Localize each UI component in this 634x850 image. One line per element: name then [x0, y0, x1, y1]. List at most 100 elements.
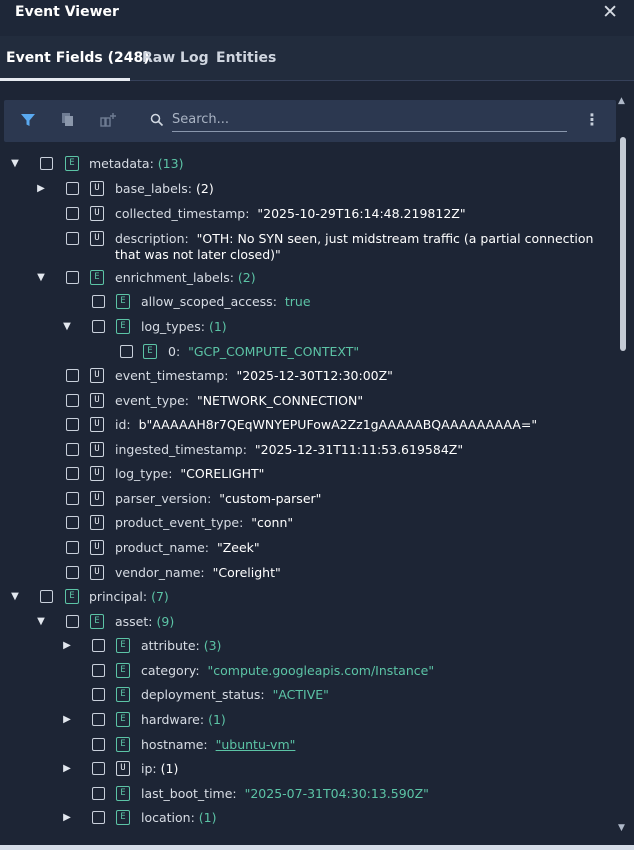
tree-row-id[interactable]: U id: b"AAAAAH8r7QEqWNYEPUFowA2Zz1gAAAAA… [0, 414, 616, 438]
row-checkbox[interactable] [40, 157, 53, 170]
field-value: "custom-parser" [219, 491, 322, 506]
tree-row-event-timestamp[interactable]: U event_timestamp: "2025-12-30T12:30:00Z… [0, 365, 616, 389]
caret-expanded-icon[interactable]: ▼ [35, 616, 47, 628]
scroll-up-arrow[interactable]: ▲ [618, 96, 625, 106]
caret-expanded-icon[interactable]: ▼ [9, 591, 21, 603]
field-key: enrichment_labels: [115, 270, 234, 285]
tree-row-last-boot-time[interactable]: E last_boot_time: "2025-07-31T04:30:13.5… [0, 783, 616, 807]
tree-row-hardware[interactable]: ▶ E hardware: (1) [0, 709, 616, 733]
tree-row-description[interactable]: U description: "OTH: No SYN seen, just m… [0, 228, 616, 268]
tree-row-log-types-0[interactable]: E 0: "GCP_COMPUTE_CONTEXT" [0, 341, 616, 365]
tree-row-parser-version[interactable]: U parser_version: "custom-parser" [0, 488, 616, 512]
tree-row-product-name[interactable]: U product_name: "Zeek" [0, 537, 616, 561]
unknown-type-tag: U [90, 393, 104, 408]
row-checkbox[interactable] [66, 369, 79, 382]
row-checkbox[interactable] [92, 811, 105, 824]
hostname-link[interactable]: "ubuntu-vm" [216, 737, 296, 752]
row-checkbox[interactable] [92, 688, 105, 701]
scrollbar-thumb[interactable] [620, 137, 626, 351]
row-checkbox[interactable] [120, 345, 133, 358]
tree-row-category[interactable]: E category: "compute.googleapis.com/Inst… [0, 660, 616, 684]
tree-row-vendor-name[interactable]: U vendor_name: "Corelight" [0, 562, 616, 586]
tree-row-deployment-status[interactable]: E deployment_status: "ACTIVE" [0, 684, 616, 708]
tree-row-event-type[interactable]: U event_type: "NETWORK_CONNECTION" [0, 390, 616, 414]
field-value: "Zeek" [216, 540, 260, 555]
caret-collapsed-icon[interactable]: ▶ [61, 763, 73, 775]
tree-row-location[interactable]: ▶ E location: (1) [0, 807, 616, 831]
row-checkbox[interactable] [66, 615, 79, 628]
field-value: "2025-10-29T16:14:48.219812Z" [257, 206, 466, 221]
event-fields-panel: ⋮ ▲ ▼ ▼ E metadata: (13) ▶ U base_labels… [0, 81, 634, 850]
field-key: allow_scoped_access: [141, 294, 277, 309]
field-value: "CORELIGHT" [180, 466, 265, 481]
field-value: true [284, 294, 311, 309]
tab-raw-log[interactable]: Raw Log [142, 50, 209, 66]
tree-row-log-types[interactable]: ▼ E log_types: (1) [0, 316, 616, 340]
caret-expanded-icon[interactable]: ▼ [35, 272, 47, 284]
filter-icon[interactable] [20, 112, 36, 128]
field-key: collected_timestamp: [115, 206, 250, 221]
tree-row-principal[interactable]: ▼ E principal: (7) [0, 586, 616, 610]
close-icon[interactable]: ✕ [602, 1, 618, 23]
tree-row-allow-scoped-access[interactable]: E allow_scoped_access: true [0, 291, 616, 315]
caret-expanded-icon[interactable]: ▼ [9, 158, 21, 170]
caret-collapsed-icon[interactable]: ▶ [61, 640, 73, 652]
tree-row-attribute[interactable]: ▶ E attribute: (3) [0, 635, 616, 659]
unknown-type-tag: U [90, 442, 104, 457]
field-key: category: [141, 663, 200, 678]
add-column-icon[interactable] [100, 112, 118, 128]
row-checkbox[interactable] [92, 664, 105, 677]
row-checkbox[interactable] [66, 443, 79, 456]
search-input[interactable] [172, 108, 567, 132]
row-checkbox[interactable] [66, 232, 79, 245]
tree-row-metadata[interactable]: ▼ E metadata: (13) [0, 153, 616, 177]
field-count: (1) [208, 319, 227, 334]
tree-row-ingested-timestamp[interactable]: U ingested_timestamp: "2025-12-31T11:11:… [0, 439, 616, 463]
row-checkbox[interactable] [66, 207, 79, 220]
row-checkbox[interactable] [92, 787, 105, 800]
row-checkbox[interactable] [66, 541, 79, 554]
row-checkbox[interactable] [92, 762, 105, 775]
row-checkbox[interactable] [40, 590, 53, 603]
tree-row-ip[interactable]: ▶ U ip: (1) [0, 758, 616, 782]
field-key: event_timestamp: [115, 368, 229, 383]
row-checkbox[interactable] [66, 418, 79, 431]
row-checkbox[interactable] [66, 516, 79, 529]
unknown-type-tag: U [90, 206, 104, 221]
row-checkbox[interactable] [92, 639, 105, 652]
row-checkbox[interactable] [66, 566, 79, 579]
row-checkbox[interactable] [66, 271, 79, 284]
caret-collapsed-icon[interactable]: ▶ [35, 183, 47, 195]
row-checkbox[interactable] [92, 320, 105, 333]
unknown-type-tag: U [90, 515, 104, 530]
tree-row-product-event-type[interactable]: U product_event_type: "conn" [0, 512, 616, 536]
row-checkbox[interactable] [66, 492, 79, 505]
more-vertical-icon[interactable]: ⋮ [584, 110, 600, 129]
enum-type-tag: E [116, 663, 130, 678]
tree-row-hostname[interactable]: E hostname: "ubuntu-vm" [0, 734, 616, 758]
field-count: (7) [151, 589, 169, 604]
tree-row-log-type[interactable]: U log_type: "CORELIGHT" [0, 463, 616, 487]
row-checkbox[interactable] [66, 182, 79, 195]
tree-row-enrichment-labels[interactable]: ▼ E enrichment_labels: (2) [0, 267, 616, 291]
caret-collapsed-icon[interactable]: ▶ [61, 812, 73, 824]
row-checkbox[interactable] [66, 467, 79, 480]
field-key: principal: [89, 589, 148, 604]
caret-collapsed-icon[interactable]: ▶ [61, 714, 73, 726]
tab-entities[interactable]: Entities [216, 50, 276, 66]
caret-expanded-icon[interactable]: ▼ [61, 321, 73, 333]
field-value: "Corelight" [212, 565, 281, 580]
row-checkbox[interactable] [92, 713, 105, 726]
tree-row-asset[interactable]: ▼ E asset: (9) [0, 611, 616, 635]
tree-row-base-labels[interactable]: ▶ U base_labels: (2) [0, 178, 616, 202]
field-key: 0: [168, 344, 181, 359]
row-checkbox[interactable] [92, 295, 105, 308]
row-checkbox[interactable] [92, 738, 105, 751]
row-checkbox[interactable] [66, 394, 79, 407]
tree-row-collected-timestamp[interactable]: U collected_timestamp: "2025-10-29T16:14… [0, 203, 616, 227]
tab-event-fields[interactable]: Event Fields (248) [6, 50, 150, 66]
copy-icon[interactable] [60, 112, 76, 128]
field-value: "2025-12-31T11:11:53.619584Z" [254, 442, 464, 457]
scroll-down-arrow[interactable]: ▼ [618, 823, 625, 833]
field-key: ingested_timestamp: [115, 442, 247, 457]
